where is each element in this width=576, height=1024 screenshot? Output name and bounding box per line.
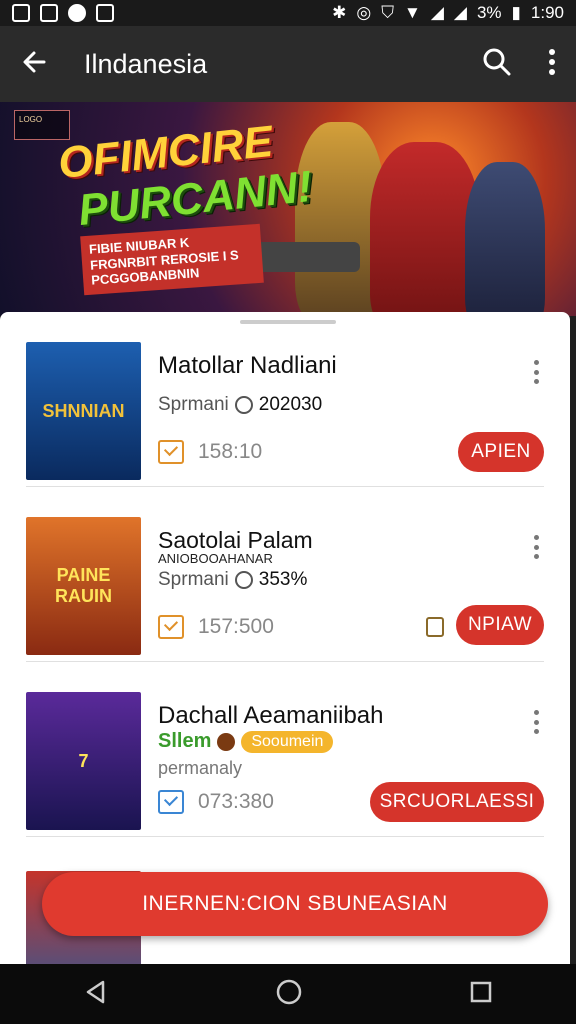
- wifi-icon: ▼: [403, 3, 421, 22]
- recents-icon[interactable]: [469, 980, 493, 1009]
- meta-label: Sprmani: [158, 394, 229, 415]
- meta-value: 202030: [258, 394, 323, 415]
- hero-character-center: [370, 142, 480, 316]
- search-icon[interactable]: [482, 47, 512, 82]
- shield-icon: ⛉: [381, 3, 394, 22]
- promo-banner[interactable]: LOGO OFIMCIRE PURCANN! FIBIE NIUBAR K FR…: [0, 102, 576, 316]
- game-thumbnail: SHNNIAN: [26, 342, 141, 480]
- list-item[interactable]: SHNNIAN Matollar Nadliani Sprmani 202030…: [26, 312, 544, 487]
- game-meta: Sprmani 353%: [158, 569, 307, 591]
- game-subtitle: ANIOBOOAHANAR: [158, 551, 273, 566]
- game-title: Saotolai Palam: [158, 527, 313, 553]
- hero-character-right: [465, 162, 545, 316]
- banner-subtitle: FIBIE NIUBAR K FRGNRBIT REROSIE I S PCGG…: [80, 223, 264, 295]
- subscribe-button[interactable]: SRCUORLAESSI: [370, 782, 544, 822]
- more-options-icon[interactable]: [534, 535, 540, 559]
- overflow-menu-icon[interactable]: [548, 48, 556, 81]
- list-item[interactable]: 7 Dachall Aeamaniibah Sllem Sooumein per…: [26, 662, 544, 837]
- meta-value: 353%: [258, 569, 308, 590]
- game-tags: Sllem Sooumein: [158, 730, 334, 753]
- tag-green: Sllem: [158, 730, 212, 752]
- app-bar: Ilndanesia: [0, 26, 576, 102]
- time-value: 158:10: [198, 440, 263, 463]
- back-arrow-icon[interactable]: [20, 48, 48, 81]
- image-icon: [40, 4, 58, 22]
- time-value: 157:500: [198, 615, 274, 638]
- game-meta: Sprmani 202030: [158, 394, 322, 416]
- game-thumbnail: 7: [26, 692, 141, 830]
- page-title: Ilndanesia: [84, 48, 208, 79]
- open-button[interactable]: APIEN: [458, 432, 544, 472]
- main-cta-button[interactable]: INERNEN:CION SBUNEASIAN: [42, 872, 548, 936]
- checkbox-icon[interactable]: [158, 440, 184, 464]
- game-list-sheet: SHNNIAN Matollar Nadliani Sprmani 202030…: [0, 312, 570, 1009]
- game-title: Dachall Aeamaniibah: [158, 702, 384, 729]
- preview-button[interactable]: NPIAW: [456, 605, 544, 645]
- list-item[interactable]: PAINE RAUIN Saotolai Palam ANIOBOOAHANAR…: [26, 487, 544, 662]
- more-options-icon[interactable]: [534, 360, 540, 384]
- game-title: Matollar Nadliani: [158, 352, 337, 379]
- notification-icon: [12, 4, 30, 22]
- signal2-icon: ◢: [453, 3, 467, 22]
- battery-icon: ▮: [511, 3, 521, 22]
- banner-logo: LOGO: [14, 110, 70, 140]
- game-description: permanaly: [158, 758, 243, 778]
- more-options-icon[interactable]: [534, 710, 540, 734]
- weapon-image: [250, 242, 360, 272]
- badge-icon: [234, 396, 253, 414]
- game-thumbnail: PAINE RAUIN: [26, 517, 141, 655]
- game-time: 158:10: [158, 440, 262, 464]
- checkbox-icon[interactable]: [158, 790, 184, 814]
- sync-icon: ◎: [356, 3, 372, 22]
- clock: 1:90: [530, 3, 564, 22]
- tag-pill: Sooumein: [241, 730, 334, 753]
- meta-label: Sprmani: [158, 569, 229, 590]
- home-icon[interactable]: [275, 978, 303, 1011]
- message-icon: [68, 4, 86, 22]
- system-nav-bar: [0, 964, 576, 1024]
- battery-percent: 3%: [476, 3, 502, 22]
- game-time: 157:500: [158, 615, 274, 639]
- back-icon[interactable]: [83, 979, 109, 1010]
- checkbox-icon[interactable]: [158, 615, 184, 639]
- bookmark-icon[interactable]: [426, 617, 444, 637]
- download-icon: [96, 4, 114, 22]
- time-value: 073:380: [198, 790, 274, 813]
- coin-icon: [217, 732, 236, 751]
- badge-icon: [234, 571, 253, 589]
- game-time: 073:380: [158, 790, 274, 814]
- signal-icon: ◢: [430, 3, 444, 22]
- status-bar: ✱ ◎ ⛉ ▼ ◢ ◢ 3% ▮ 1:90: [0, 0, 576, 26]
- bluetooth-icon: ✱: [332, 3, 347, 22]
